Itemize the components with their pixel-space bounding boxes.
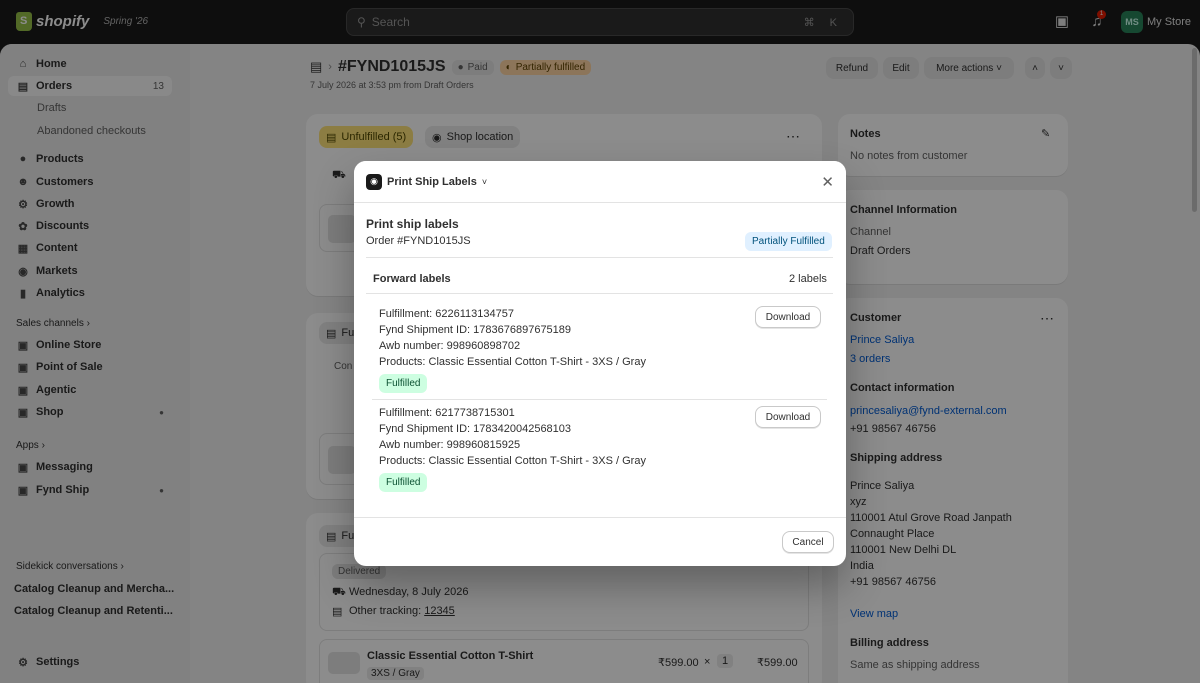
modal-footer-divider <box>354 517 846 518</box>
forward-labels-title: Forward labels <box>373 273 451 285</box>
fulfillment-id: Fulfillment: 6226113134757 <box>379 308 514 320</box>
modal-heading: Print ship labels <box>366 217 459 231</box>
label-count: 2 labels <box>789 273 827 285</box>
modal-app-title[interactable]: Print Ship Labels <box>387 176 477 188</box>
awb-number: Awb number: 998960815925 <box>379 439 521 451</box>
shipment-id: Fynd Shipment ID: 1783676897675189 <box>379 324 572 336</box>
divider <box>366 293 833 294</box>
fulfilled-badge: Fulfilled <box>379 473 428 492</box>
fulfillment-id: Fulfillment: 6217738715301 <box>379 407 515 419</box>
awb-number: Awb number: 998960898702 <box>379 340 521 352</box>
divider <box>372 399 827 400</box>
cancel-button[interactable]: Cancel <box>782 531 834 553</box>
modal-header: ◉ Print Ship Labels ˅ ✕ <box>354 161 846 203</box>
fulfilled-badge: Fulfilled <box>379 374 428 393</box>
fynd-app-icon: ◉ <box>366 173 382 190</box>
divider <box>366 257 833 258</box>
modal-order-number: Order #FYND1015JS <box>366 235 471 247</box>
download-button[interactable]: Download <box>755 406 821 428</box>
shipment-id: Fynd Shipment ID: 1783420042568103 <box>379 423 572 435</box>
download-button[interactable]: Download <box>755 306 821 328</box>
chevron-down-icon[interactable]: ˅ <box>482 177 487 187</box>
products-line: Products: Classic Essential Cotton T-Shi… <box>379 455 646 467</box>
products-line: Products: Classic Essential Cotton T-Shi… <box>379 356 646 368</box>
order-status-badge: Partially Fulfilled <box>745 232 832 251</box>
print-ship-labels-modal: ◉ Print Ship Labels ˅ ✕ Print ship label… <box>354 161 846 566</box>
close-icon[interactable]: ✕ <box>821 173 834 191</box>
